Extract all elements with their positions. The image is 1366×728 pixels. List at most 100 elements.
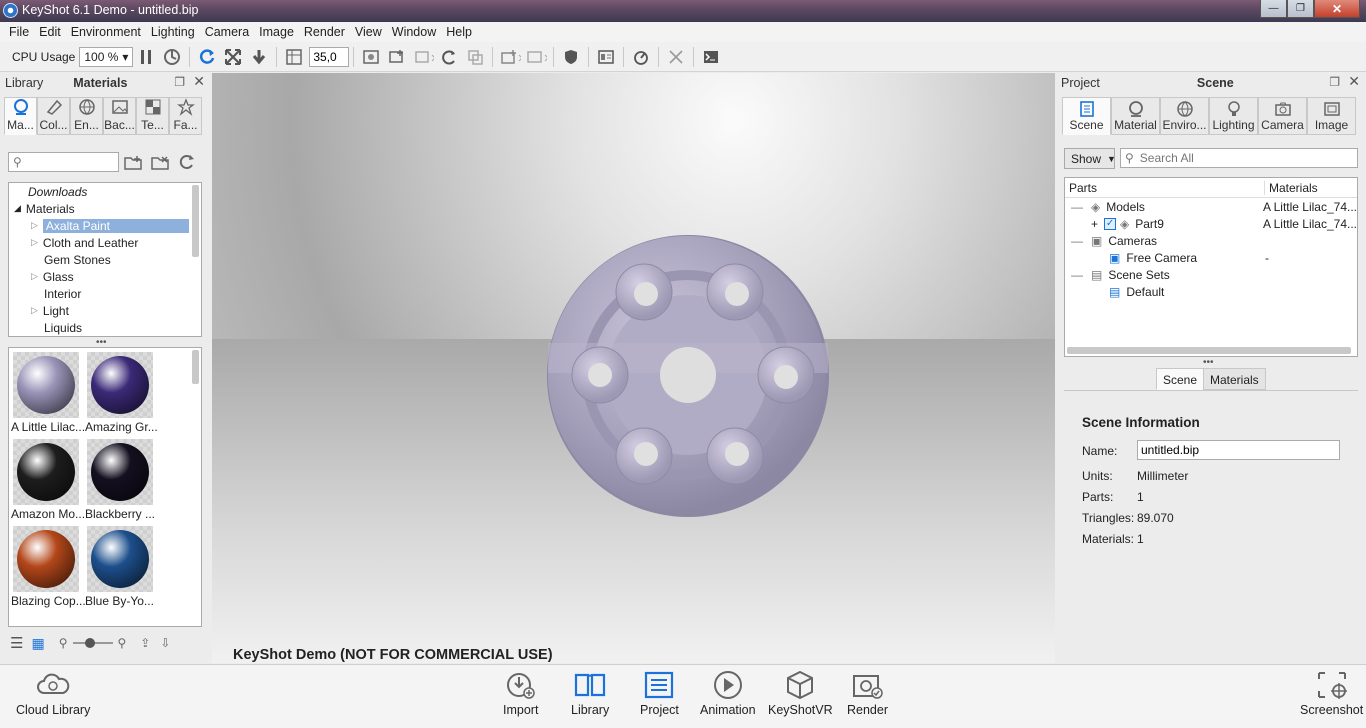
field-of-view-input[interactable] [309,46,350,67]
tab-materials[interactable]: Ma... [4,97,37,135]
drop-to-ground-icon[interactable] [248,46,270,68]
add-camera-icon[interactable] [386,46,408,68]
minimize-button[interactable]: — [1260,0,1287,18]
tab-camera[interactable]: Camera [1258,97,1307,135]
menu-window[interactable]: Window [387,25,441,39]
subtab-scene[interactable]: Scene [1156,368,1205,390]
upload-icon[interactable]: ⇪ [140,636,150,650]
scene-item-part9[interactable]: + ✓ ◈ Part9 A Little Lilac_74... [1065,215,1357,232]
tree-horizontal-scrollbar[interactable] [1067,347,1351,354]
zoom-in-icon[interactable]: ⚲ [117,636,126,650]
gauge-icon[interactable] [630,46,652,68]
undock-icon[interactable]: ❐ [1329,75,1340,89]
menu-image[interactable]: Image [254,25,299,39]
tree-item-materials[interactable]: ◢ Materials [9,200,201,217]
show-dropdown[interactable]: Show ▼ [1064,148,1116,169]
material-thumbnail[interactable]: Blackberry ... [85,439,157,521]
tree-item-light[interactable]: ▷ Light [9,302,201,319]
menu-file[interactable]: File [4,25,34,39]
tree-item-gem-stones[interactable]: Gem Stones [9,251,201,268]
tab-scene[interactable]: Scene [1062,97,1111,135]
performance-mode-icon[interactable] [161,46,183,68]
add-studio-icon[interactable] [499,46,522,68]
presentation-icon[interactable] [595,46,617,68]
menu-edit[interactable]: Edit [34,25,66,39]
cloud-library-button[interactable]: Cloud Library [16,669,90,717]
menu-render[interactable]: Render [299,25,350,39]
column-header-materials[interactable]: Materials [1265,181,1318,195]
material-thumbnail[interactable]: Blazing Cop... [11,526,85,608]
column-header-parts[interactable]: Parts [1065,180,1265,195]
refresh-icon[interactable] [196,46,218,68]
maximize-button[interactable]: ❐ [1287,0,1314,18]
import-button[interactable]: Import [503,669,538,717]
visibility-checkbox[interactable]: ✓ [1104,217,1117,230]
tab-material[interactable]: Material [1111,97,1160,135]
tree-item-liquids[interactable]: Liquids [9,319,201,336]
scene-item-models[interactable]: — ◈ Models A Little Lilac_74... [1065,198,1357,215]
screenshot-tool-icon[interactable] [360,46,382,68]
menu-camera[interactable]: Camera [200,25,254,39]
tab-backplates[interactable]: Bac... [103,97,136,135]
tree-item-axalta-paint[interactable]: ▷ Axalta Paint [9,217,201,234]
scripting-console-icon[interactable] [700,46,722,68]
scene-item-free-camera[interactable]: ▣ Free Camera - [1065,249,1357,266]
grid-scrollbar[interactable] [192,350,199,384]
tree-item-glass[interactable]: ▷ Glass [9,268,201,285]
tab-favorites[interactable]: Fa... [169,97,202,135]
menu-environment[interactable]: Environment [66,25,146,39]
material-thumbnail[interactable]: A Little Lilac... [11,352,85,434]
expand-icon[interactable] [665,46,687,68]
tree-item-interior[interactable]: Interior [9,285,201,302]
undock-icon[interactable]: ❐ [174,75,185,89]
material-thumbnail[interactable]: Blue By-Yo... [85,526,157,608]
screenshot-button[interactable]: Screenshot [1300,669,1363,717]
tree-item-downloads[interactable]: Downloads [9,183,201,200]
material-thumbnail[interactable]: Amazing Gr... [85,352,158,434]
menu-help[interactable]: Help [441,25,477,39]
close-icon[interactable]: ✕ [1348,73,1360,90]
scene-item-scene-sets[interactable]: — ▤ Scene Sets [1065,266,1357,283]
scene-item-default[interactable]: ▤ Default [1065,283,1357,300]
cpu-usage-select[interactable]: 100 % ▾ [79,46,134,67]
tab-lighting[interactable]: Lighting [1209,97,1258,135]
tab-image[interactable]: Image [1307,97,1356,135]
thumbnail-size-slider[interactable] [73,638,114,648]
menu-view[interactable]: View [350,25,387,39]
library-button[interactable]: Library [571,669,609,717]
render-viewport[interactable]: KeyShot Demo (NOT FOR COMMERCIAL USE) [212,73,1055,663]
list-view-icon[interactable]: ☰ [10,634,23,652]
shield-icon[interactable] [560,46,582,68]
scene-search-input[interactable]: ⚲ Search All [1120,148,1358,168]
keyshotvr-button[interactable]: KeyShotVR [768,669,833,717]
scene-item-cameras[interactable]: — ▣ Cameras [1065,232,1357,249]
scene-name-input[interactable] [1137,440,1340,460]
refresh-library-icon[interactable] [178,153,196,174]
pause-icon[interactable] [135,46,157,68]
tab-environment[interactable]: Enviro... [1160,97,1209,135]
splitter-handle[interactable]: ••• [1203,357,1214,368]
tree-item-cloth-and-leather[interactable]: ▷ Cloth and Leather [9,234,201,251]
camera-lock-icon[interactable] [412,46,435,68]
material-thumbnail[interactable]: Amazon Mo... [11,439,85,521]
rotate-icon[interactable] [438,46,460,68]
subtab-materials[interactable]: Materials [1203,368,1266,390]
close-icon[interactable]: ✕ [193,73,205,90]
close-button[interactable]: ✕ [1314,0,1360,18]
project-button[interactable]: Project [640,669,679,717]
zoom-out-icon[interactable]: ⚲ [59,636,68,650]
library-search-input[interactable]: ⚲ [8,152,119,172]
fit-view-icon[interactable] [222,46,244,68]
grid-view-icon[interactable]: ▦ [31,635,44,652]
tab-colors[interactable]: Col... [37,97,70,135]
tab-textures[interactable]: Te... [136,97,169,135]
menu-lighting[interactable]: Lighting [146,25,200,39]
animation-button[interactable]: Animation [700,669,756,717]
tab-environments[interactable]: En... [70,97,103,135]
render-button[interactable]: Render [847,669,888,717]
import-icon[interactable]: ⇩ [160,636,170,650]
studio-select-icon[interactable] [525,46,548,68]
tree-scrollbar[interactable] [192,185,199,257]
geometry-icon[interactable] [464,46,486,68]
import-folder-icon[interactable] [123,153,143,174]
